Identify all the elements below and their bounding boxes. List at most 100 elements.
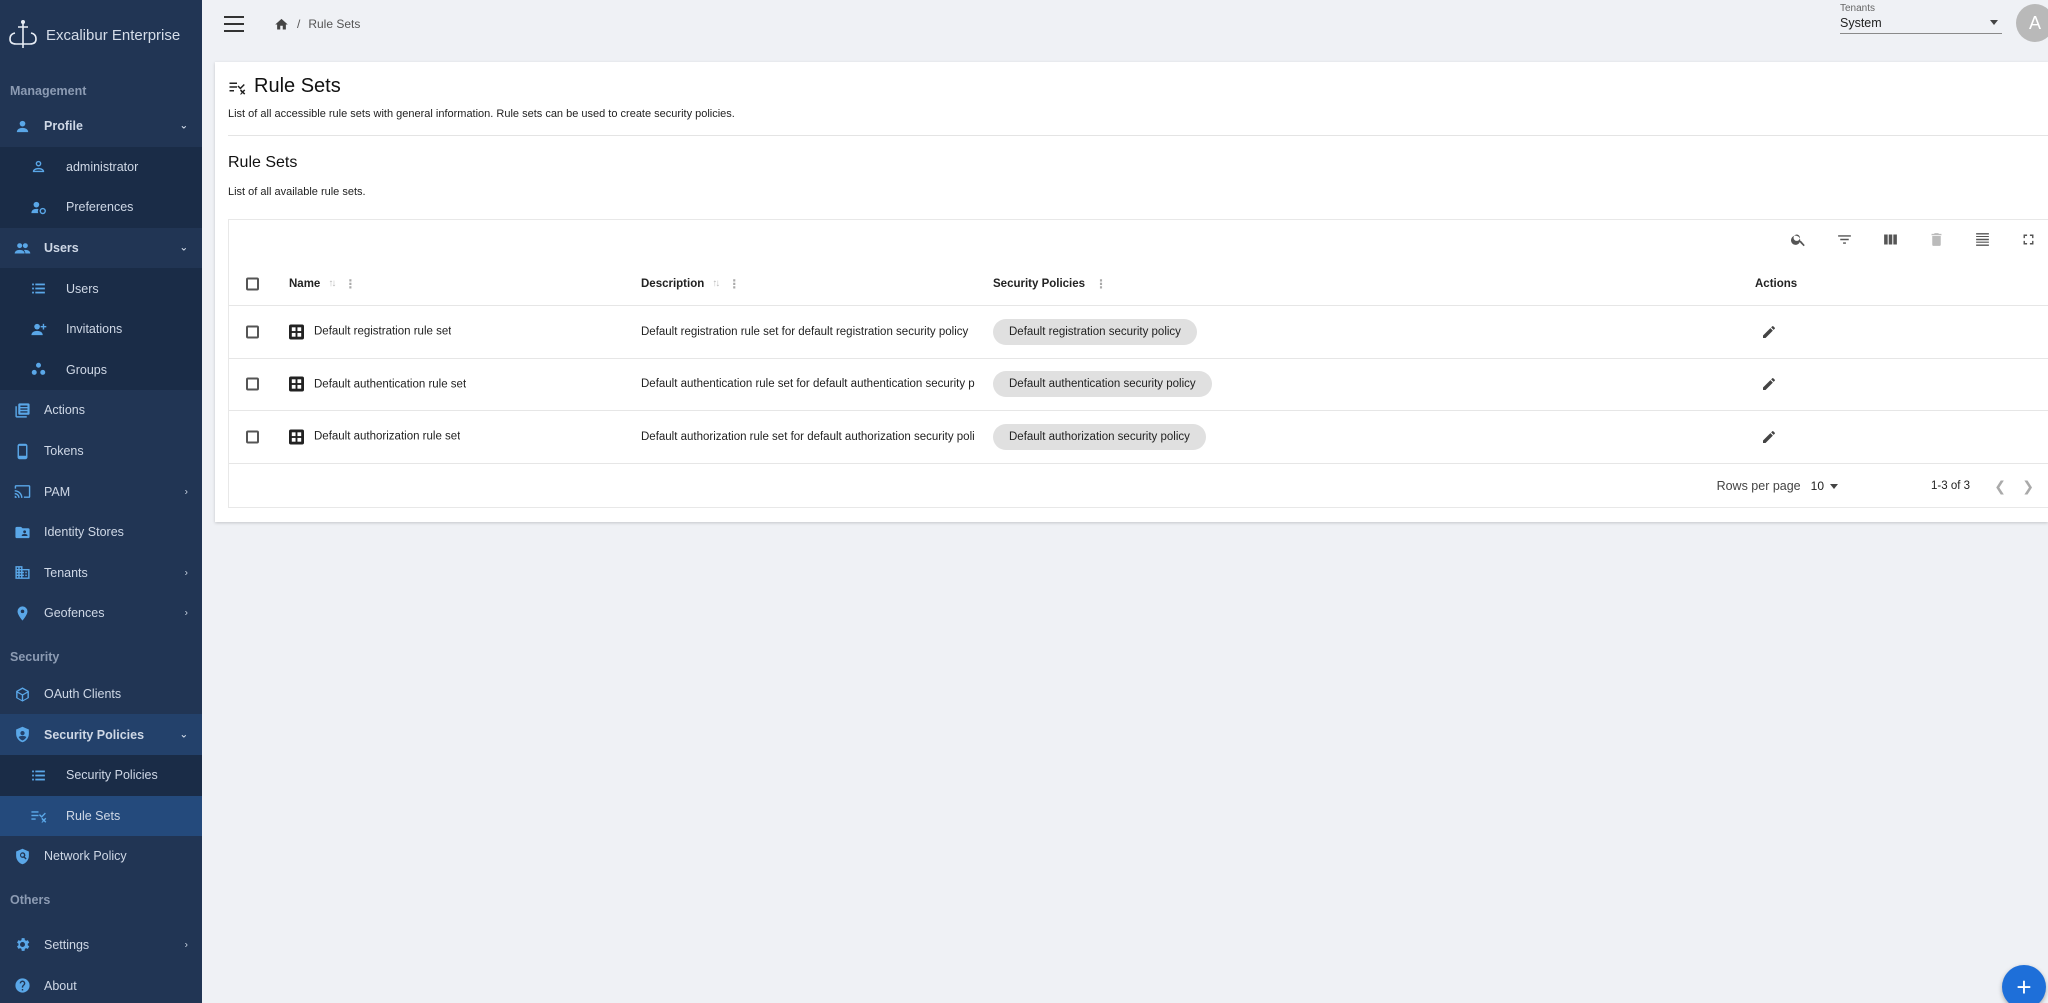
sidebar-item-tokens[interactable]: Tokens [0,431,202,472]
person-icon [12,116,32,136]
sidebar-item-identity-stores[interactable]: Identity Stores [0,512,202,553]
tenant-label: Tenants [1840,3,1876,14]
description-cell: Default registration rule set for defaul… [641,325,969,338]
fullscreen-button[interactable] [2019,230,2038,249]
menu-icon[interactable] [224,16,244,32]
security-policy-cell: Default authorization security policy [993,423,1206,450]
row-checkbox[interactable] [246,325,259,339]
caret-down-icon [1830,483,1838,489]
avatar[interactable]: A [2016,4,2048,42]
name-cell: Default authentication rule set [289,376,466,392]
sidebar-item-rule-sets[interactable]: Rule Sets [0,795,202,837]
security-policy-chip[interactable]: Default registration security policy [993,318,1197,345]
section-label-management: Management [10,84,87,98]
sidebar-item-label: OAuth Clients [44,687,122,702]
sidebar-item-label: Profile [44,119,83,134]
grid-icon [289,376,304,392]
sort-icon[interactable]: ↑↓ [328,278,336,289]
sort-icon[interactable]: ↑↓ [712,278,720,289]
sidebar-item-profile[interactable]: Profile ⌄ [0,106,202,147]
table-row[interactable]: Default registration rule set Default re… [229,306,2048,359]
column-menu-icon[interactable]: ⋮ [1095,277,1107,291]
name-cell: Default authorization rule set [289,429,460,445]
sidebar-item-security-policies[interactable]: Security Policies ⌄ [0,714,202,755]
caret-down-icon [1990,20,1998,25]
sidebar-item-administrator[interactable]: administrator [0,146,202,188]
add-rule-set-button[interactable]: + [2002,965,2046,1003]
description-cell: Default authorization rule set for defau… [641,430,975,443]
sidebar-item-preferences[interactable]: Preferences [0,187,202,228]
home-icon[interactable] [274,17,289,32]
shield-search-icon [12,846,32,866]
shield-icon [12,725,32,745]
table-row[interactable]: Default authentication rule set Default … [229,359,2048,411]
sidebar-item-label: Actions [44,403,85,418]
columns-button[interactable] [1881,230,1900,249]
sidebar-item-actions[interactable]: Actions [0,390,202,431]
sidebar-item-geofences[interactable]: Geofences › [0,593,202,634]
pagination-range: 1-3 of 3 [1931,480,1970,492]
rows-per-page-value: 10 [1810,479,1824,493]
sidebar-item-settings[interactable]: Settings › [0,925,202,966]
select-all-checkbox[interactable] [246,277,259,290]
security-policy-chip[interactable]: Default authorization security policy [993,423,1206,450]
sidebar-item-users[interactable]: Users ⌄ [0,228,202,269]
rows-per-page-select[interactable]: 10 [1811,479,1838,493]
list-icon [28,279,48,299]
chevron-right-icon: › [184,486,188,498]
column-menu-icon[interactable]: ⋮ [344,277,356,291]
previous-page-button[interactable]: ❮ [1994,478,2006,495]
phone-icon [12,441,32,461]
breadcrumb: / Rule Sets [274,17,360,32]
sidebar-item-pam[interactable]: PAM › [0,471,202,512]
tenant-select[interactable]: Tenants System [1840,3,2002,34]
sidebar-item-groups[interactable]: Groups [0,349,202,391]
sidebar-item-about[interactable]: About [0,965,202,1003]
sidebar-item-network-policy[interactable]: Network Policy [0,836,202,877]
sidebar-item-oauth-clients[interactable]: OAuth Clients [0,674,202,715]
sidebar-item-tenants[interactable]: Tenants › [0,553,202,594]
chevron-right-icon: › [184,939,188,951]
density-button[interactable] [1973,230,1992,249]
security-policy-chip[interactable]: Default authentication security policy [993,371,1212,398]
sidebar-item-invitations[interactable]: Invitations [0,308,202,350]
delete-button[interactable] [1927,230,1946,249]
next-page-button[interactable]: ❯ [2022,478,2034,495]
person-gear-icon [28,197,48,217]
tenant-value: System [1840,15,1882,30]
column-header-label: Security Policies [993,277,1086,290]
edit-icon[interactable] [1761,324,1777,340]
brand-name: Excalibur Enterprise [46,26,181,44]
tenant-select-field[interactable]: System [1840,14,2002,34]
column-header-description[interactable]: Description ↑↓ ⋮ [641,277,740,291]
chevron-right-icon: › [184,607,188,619]
row-checkbox[interactable] [246,430,259,444]
column-header-actions: Actions [1755,278,1797,290]
column-header-security-policies[interactable]: Security Policies ⋮ [993,277,1107,291]
column-menu-icon[interactable]: ⋮ [728,277,740,291]
sidebar-item-security-policies-list[interactable]: Security Policies [0,754,202,796]
sidebar-item-users-list[interactable]: Users [0,268,202,309]
rule-set-name: Default registration rule set [314,325,452,338]
help-icon [12,976,32,996]
rows-per-page: Rows per page 10 [1717,479,1838,493]
filter-button[interactable] [1835,230,1854,249]
brand[interactable]: Excalibur Enterprise [0,0,202,70]
row-checkbox-cell [246,430,259,444]
row-checkbox[interactable] [246,377,259,391]
people-icon [12,238,32,258]
edit-icon[interactable] [1761,429,1777,445]
search-button[interactable] [1789,230,1808,249]
table-toolbar [1789,230,2038,249]
book-list-icon [12,400,32,420]
gear-icon [12,935,32,955]
column-header-name[interactable]: Name ↑↓ ⋮ [289,277,356,291]
main-card: Rule Sets List of all accessible rule se… [215,62,2048,522]
edit-icon[interactable] [1761,376,1777,392]
sidebar-item-label: About [44,978,77,993]
table-row[interactable]: Default authorization rule set Default a… [229,411,2048,464]
rule-sets-table: Name ↑↓ ⋮ Description ↑↓ ⋮ Security Poli… [228,219,2048,508]
folder-person-icon [12,522,32,542]
sidebar: Excalibur Enterprise Management Profile … [0,0,202,1003]
location-icon [12,603,32,623]
